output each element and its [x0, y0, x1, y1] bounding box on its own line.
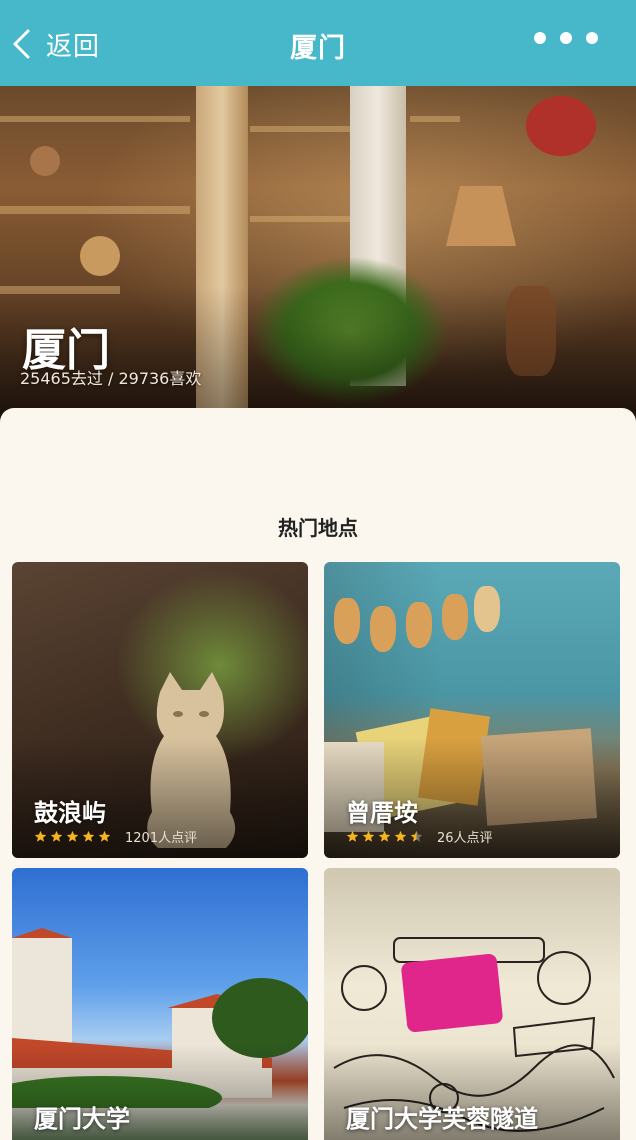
star-icon — [346, 830, 359, 842]
review-count: 26人点评 — [437, 831, 493, 846]
star-rating — [34, 830, 111, 843]
star-icon — [66, 830, 79, 842]
more-dot-icon — [560, 32, 572, 44]
place-card-xiamen-university[interactable]: 厦门大学 — [12, 868, 308, 1140]
star-icon — [82, 830, 95, 842]
star-icon — [50, 830, 63, 842]
review-count: 1201人点评 — [125, 831, 198, 846]
star-icon — [362, 830, 375, 842]
section-title: 热门地点 — [278, 516, 358, 540]
more-dot-icon — [586, 32, 598, 44]
place-rating: 1201人点评 — [34, 827, 197, 846]
place-name: 厦门大学 — [34, 1105, 130, 1133]
graffiti-highlight — [400, 953, 504, 1033]
star-rating — [346, 830, 423, 843]
app-screen: 返回 厦门 厦门 25465去过 / 29736喜欢 热门地点 鼓浪屿 1201… — [0, 0, 636, 1140]
place-card-furong-tunnel[interactable]: 厦门大学芙蓉隧道 — [324, 868, 620, 1140]
hero-banner: 厦门 25465去过 / 29736喜欢 — [0, 86, 636, 426]
place-card-gulangyu[interactable]: 鼓浪屿 1201人点评 — [12, 562, 308, 858]
place-name: 厦门大学芙蓉隧道 — [346, 1105, 538, 1133]
star-icon — [410, 830, 423, 842]
place-name: 鼓浪屿 — [34, 799, 106, 827]
top-nav-bar: 返回 厦门 — [0, 0, 636, 86]
place-card-zengcuoan[interactable]: 曾厝垵 26人点评 — [324, 562, 620, 858]
more-button[interactable] — [534, 32, 598, 44]
star-icon — [34, 830, 47, 842]
city-stats: 25465去过 / 29736喜欢 — [20, 369, 202, 388]
star-icon — [98, 830, 111, 842]
place-name: 曾厝垵 — [346, 799, 418, 827]
place-rating: 26人点评 — [346, 827, 493, 846]
content-panel: 热门地点 鼓浪屿 1201人点评 曾厝垵 26人点评 厦门大学 厦门大学芙蓉隧道 — [0, 408, 636, 1140]
more-dot-icon — [534, 32, 546, 44]
star-icon — [378, 830, 391, 842]
star-icon — [394, 830, 407, 842]
